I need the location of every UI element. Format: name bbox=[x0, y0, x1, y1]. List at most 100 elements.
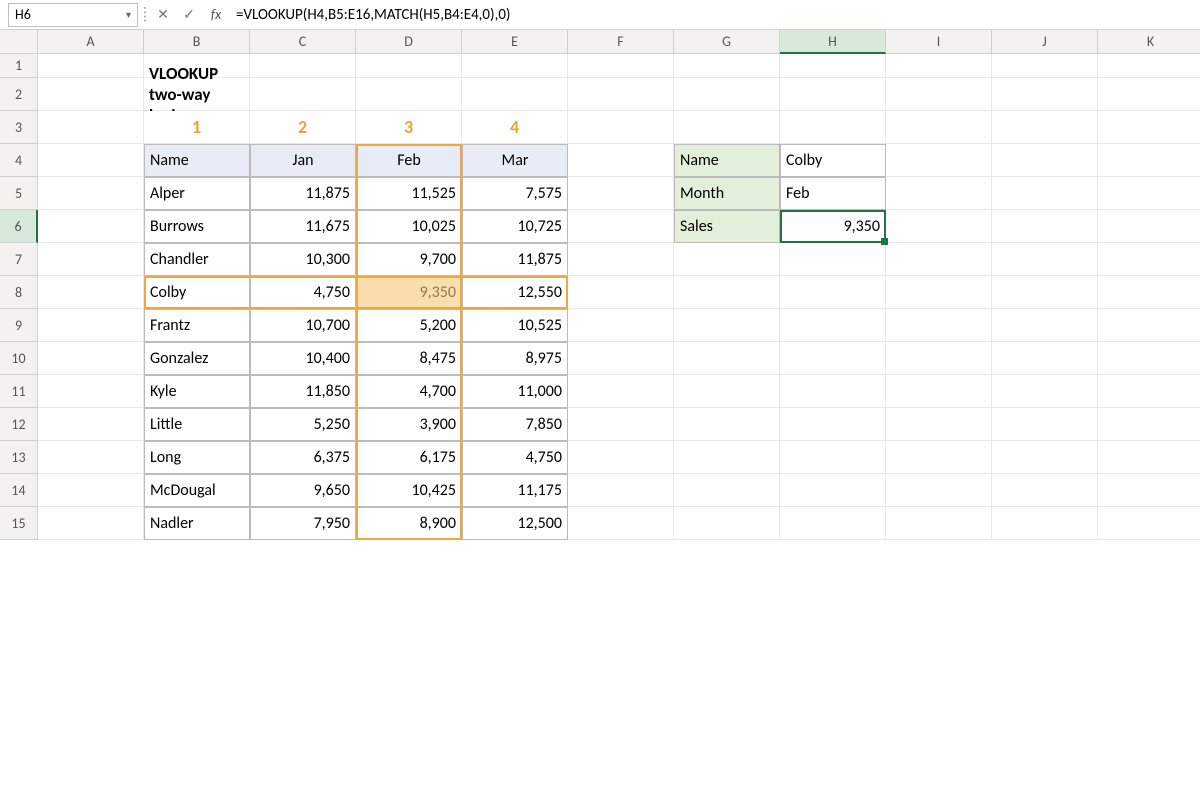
cell-J7[interactable] bbox=[992, 243, 1098, 276]
lookup-sales-label[interactable]: Sales bbox=[674, 210, 780, 243]
table-cell-mar[interactable]: 10,525 bbox=[462, 309, 568, 342]
cell-H13[interactable] bbox=[780, 441, 886, 474]
cell-G2[interactable] bbox=[674, 78, 780, 111]
row-header-4[interactable]: 4 bbox=[0, 144, 38, 177]
cell-A1[interactable] bbox=[38, 54, 144, 78]
row-header-5[interactable]: 5 bbox=[0, 177, 38, 210]
table-cell-feb[interactable]: 10,425 bbox=[356, 474, 462, 507]
cell-C2[interactable] bbox=[250, 78, 356, 111]
cell-F14[interactable] bbox=[568, 474, 674, 507]
select-all-corner[interactable] bbox=[0, 30, 38, 54]
cell-I12[interactable] bbox=[886, 408, 992, 441]
cell-A5[interactable] bbox=[38, 177, 144, 210]
lookup-month-label[interactable]: Month bbox=[674, 177, 780, 210]
cell-A8[interactable] bbox=[38, 276, 144, 309]
col-header-D[interactable]: D bbox=[356, 30, 462, 54]
row-header-6[interactable]: 6 bbox=[0, 210, 38, 243]
table-cell-feb[interactable]: 8,475 bbox=[356, 342, 462, 375]
cell-J13[interactable] bbox=[992, 441, 1098, 474]
cell-K3[interactable] bbox=[1098, 111, 1200, 144]
cell-H2[interactable] bbox=[780, 78, 886, 111]
cell-A4[interactable] bbox=[38, 144, 144, 177]
cell-A6[interactable] bbox=[38, 210, 144, 243]
table-cell-mar[interactable]: 11,175 bbox=[462, 474, 568, 507]
cell-K6[interactable] bbox=[1098, 210, 1200, 243]
cell-A3[interactable] bbox=[38, 111, 144, 144]
table-cell-name[interactable]: McDougal bbox=[144, 474, 250, 507]
table-header-mar[interactable]: Mar bbox=[462, 144, 568, 177]
lookup-month-value[interactable]: Feb bbox=[780, 177, 886, 210]
cell-F8[interactable] bbox=[568, 276, 674, 309]
table-cell-jan[interactable]: 11,675 bbox=[250, 210, 356, 243]
cell-I11[interactable] bbox=[886, 375, 992, 408]
cell-H12[interactable] bbox=[780, 408, 886, 441]
cell-F1[interactable] bbox=[568, 54, 674, 78]
col-header-F[interactable]: F bbox=[568, 30, 674, 54]
cell-I3[interactable] bbox=[886, 111, 992, 144]
cell-F10[interactable] bbox=[568, 342, 674, 375]
table-cell-feb[interactable]: 10,025 bbox=[356, 210, 462, 243]
cell-C1[interactable] bbox=[250, 54, 356, 78]
row-header-12[interactable]: 12 bbox=[0, 408, 38, 441]
table-cell-jan[interactable]: 10,700 bbox=[250, 309, 356, 342]
table-cell-mar[interactable]: 11,000 bbox=[462, 375, 568, 408]
cell-F6[interactable] bbox=[568, 210, 674, 243]
cell-G3[interactable] bbox=[674, 111, 780, 144]
cell-J14[interactable] bbox=[992, 474, 1098, 507]
formula-input[interactable] bbox=[232, 3, 1192, 27]
table-cell-name[interactable]: Colby bbox=[144, 276, 250, 309]
col-header-E[interactable]: E bbox=[462, 30, 568, 54]
table-cell-jan[interactable]: 7,950 bbox=[250, 507, 356, 540]
cell-H8[interactable] bbox=[780, 276, 886, 309]
table-cell-name[interactable]: Long bbox=[144, 441, 250, 474]
col-header-B[interactable]: B bbox=[144, 30, 250, 54]
cell-K7[interactable] bbox=[1098, 243, 1200, 276]
cell-J3[interactable] bbox=[992, 111, 1098, 144]
cell-J4[interactable] bbox=[992, 144, 1098, 177]
table-cell-mar[interactable]: 10,725 bbox=[462, 210, 568, 243]
cell-F5[interactable] bbox=[568, 177, 674, 210]
row-header-14[interactable]: 14 bbox=[0, 474, 38, 507]
table-cell-mar[interactable]: 4,750 bbox=[462, 441, 568, 474]
cell-I5[interactable] bbox=[886, 177, 992, 210]
enter-icon[interactable]: ✓ bbox=[178, 4, 200, 26]
col-header-G[interactable]: G bbox=[674, 30, 780, 54]
cell-G8[interactable] bbox=[674, 276, 780, 309]
row-header-3[interactable]: 3 bbox=[0, 111, 38, 144]
table-cell-name[interactable]: Burrows bbox=[144, 210, 250, 243]
cell-J8[interactable] bbox=[992, 276, 1098, 309]
cell-I1[interactable] bbox=[886, 54, 992, 78]
table-cell-feb[interactable]: 11,525 bbox=[356, 177, 462, 210]
cell-F9[interactable] bbox=[568, 309, 674, 342]
row-header-7[interactable]: 7 bbox=[0, 243, 38, 276]
cell-I15[interactable] bbox=[886, 507, 992, 540]
table-cell-jan[interactable]: 10,400 bbox=[250, 342, 356, 375]
fx-icon[interactable]: fx bbox=[204, 6, 228, 23]
cell-I9[interactable] bbox=[886, 309, 992, 342]
lookup-sales-value[interactable]: 9,350 bbox=[780, 210, 886, 243]
cell-I10[interactable] bbox=[886, 342, 992, 375]
cell-G10[interactable] bbox=[674, 342, 780, 375]
cell-K13[interactable] bbox=[1098, 441, 1200, 474]
cell-I6[interactable] bbox=[886, 210, 992, 243]
col-header-C[interactable]: C bbox=[250, 30, 356, 54]
cell-F3[interactable] bbox=[568, 111, 674, 144]
cell-F7[interactable] bbox=[568, 243, 674, 276]
table-cell-mar[interactable]: 8,975 bbox=[462, 342, 568, 375]
cell-D2[interactable] bbox=[356, 78, 462, 111]
cell-I8[interactable] bbox=[886, 276, 992, 309]
table-cell-jan[interactable]: 10,300 bbox=[250, 243, 356, 276]
cell-A13[interactable] bbox=[38, 441, 144, 474]
table-cell-name[interactable]: Alper bbox=[144, 177, 250, 210]
table-header-feb[interactable]: Feb bbox=[356, 144, 462, 177]
cell-A9[interactable] bbox=[38, 309, 144, 342]
cell-I4[interactable] bbox=[886, 144, 992, 177]
table-cell-jan[interactable]: 11,875 bbox=[250, 177, 356, 210]
table-cell-jan[interactable]: 4,750 bbox=[250, 276, 356, 309]
row-header-15[interactable]: 15 bbox=[0, 507, 38, 540]
table-cell-name[interactable]: Nadler bbox=[144, 507, 250, 540]
cell-I13[interactable] bbox=[886, 441, 992, 474]
name-box[interactable]: H6 ▾ bbox=[8, 3, 138, 27]
table-cell-mar[interactable]: 7,575 bbox=[462, 177, 568, 210]
table-cell-mar[interactable]: 11,875 bbox=[462, 243, 568, 276]
